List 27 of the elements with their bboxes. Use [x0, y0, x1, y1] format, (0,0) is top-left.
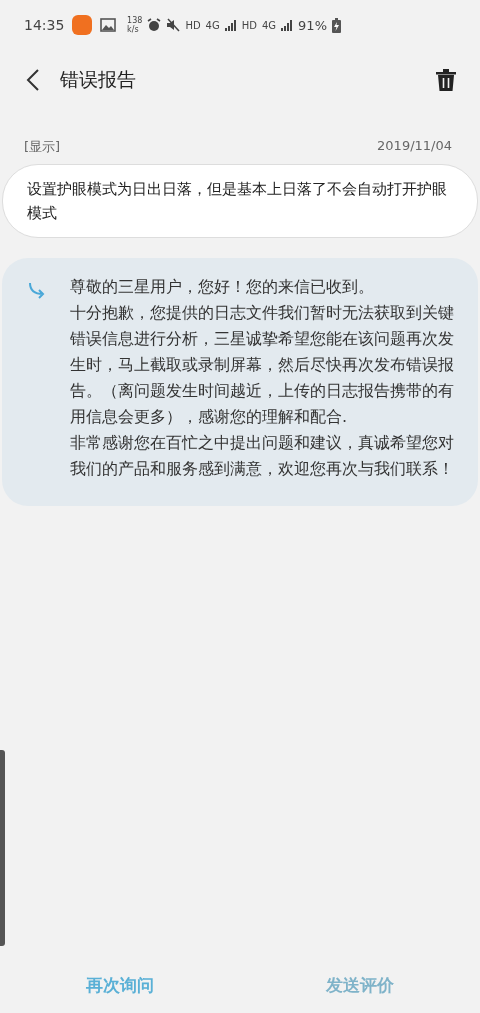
- mute-icon: [166, 18, 181, 32]
- signal-icon: [224, 19, 237, 31]
- category-tag: [显示]: [24, 138, 61, 156]
- reply-paragraph: 尊敬的三星用户，您好！您的来信已收到。: [70, 276, 375, 298]
- app-notification-icon: [72, 15, 93, 35]
- reply-paragraph: 十分抱歉，您提供的日志文件我们暂时无法获取到关键错误信息进行分析，三星诚挚希望您能在该问题再次发生时，马上截取或录制屏幕，然后尽快再次发布错误报告。（离问题发生时间越近，上传的日志报告携带的有用信息会更多），感谢您的理解和配合.: [70, 302, 454, 428]
- reply-arrow-icon: [28, 282, 46, 300]
- battery-percent: 91%: [298, 17, 327, 33]
- report-date: 2019/11/04: [377, 138, 452, 155]
- page-title: 错误报告: [60, 67, 137, 92]
- battery-charging-icon: [332, 17, 341, 33]
- delete-icon[interactable]: [436, 69, 456, 91]
- speed-value: 138: [127, 16, 143, 25]
- network-label: HD: [185, 19, 201, 31]
- edge-panel-handle[interactable]: [0, 750, 5, 946]
- network-label: 4G: [205, 19, 220, 31]
- network-label: 4G: [261, 19, 277, 31]
- network-label: HD: [241, 19, 257, 31]
- back-icon[interactable]: [26, 69, 40, 91]
- ask-again-button[interactable]: 再次询问: [0, 968, 240, 1003]
- speed-unit: k/s: [127, 25, 140, 34]
- signal-icon: [281, 19, 294, 31]
- image-icon: [100, 18, 117, 32]
- alarm-icon: [147, 18, 162, 32]
- status-time: 14:35: [24, 17, 65, 33]
- question-bubble: 设置护眼模式为日出日落，但是基本上日落了不会自动打开护眼模式: [2, 164, 478, 238]
- reply-paragraph: 非常感谢您在百忙之中提出问题和建议，真诚希望您对我们的产品和服务感到满意，欢迎您再次与我们联系！: [70, 432, 454, 480]
